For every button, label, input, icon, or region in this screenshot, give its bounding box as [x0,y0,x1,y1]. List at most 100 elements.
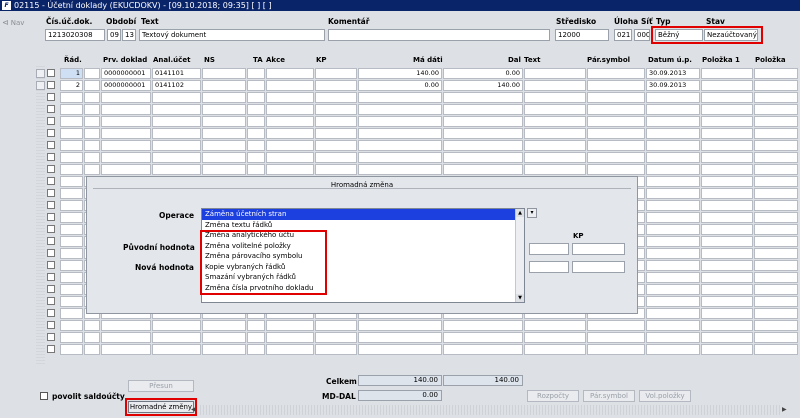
grid-cell[interactable] [646,248,700,259]
grid-cell[interactable] [60,164,83,175]
grid-cell[interactable] [315,164,357,175]
grid-cell[interactable] [646,320,700,331]
scroll-right-icon[interactable]: ▶ [782,405,790,415]
grid-cell[interactable] [84,152,100,163]
grid-cell[interactable] [443,128,523,139]
grid-cell[interactable] [60,260,83,271]
center-field[interactable]: 12000 [555,29,609,41]
task-field[interactable]: 021 [614,29,632,41]
list-item[interactable]: Kopie vybraných řádků [202,262,524,273]
grid-cell[interactable] [587,140,645,151]
row-checkbox[interactable] [47,69,55,77]
grid-cell[interactable] [202,128,246,139]
grid-cell[interactable] [266,164,314,175]
original-kp-field[interactable] [572,243,625,255]
grid-cell[interactable] [84,332,100,343]
grid-cell[interactable] [60,116,83,127]
row-checkbox[interactable] [47,153,55,161]
grid-cell[interactable] [701,212,753,223]
grid-cell[interactable] [315,332,357,343]
grid-cell[interactable] [754,236,798,247]
grid-cell[interactable] [84,104,100,115]
row-checkbox[interactable] [47,177,55,185]
grid-cell[interactable] [754,188,798,199]
horizontal-scrollbar[interactable] [200,405,780,415]
grid-cell[interactable] [587,332,645,343]
grid-cell[interactable] [754,164,798,175]
grid-cell[interactable] [443,116,523,127]
grid-cell[interactable] [358,140,442,151]
grid-cell[interactable] [646,176,700,187]
type-field[interactable]: Běžný [655,29,703,41]
grid-cell[interactable] [60,308,83,319]
cell-ta[interactable] [247,80,265,91]
list-item[interactable]: Změna analytického účtu [202,230,524,241]
grid-cell[interactable] [315,128,357,139]
cell-ns[interactable] [202,80,246,91]
grid-cell[interactable] [266,128,314,139]
grid-cell[interactable] [701,236,753,247]
row-checkbox[interactable] [47,309,55,317]
grid-cell[interactable] [315,344,357,355]
grid-cell[interactable] [84,344,100,355]
row-checkbox[interactable] [47,249,55,257]
list-item[interactable]: Záměna účetních stran [202,209,524,220]
row-checkbox[interactable] [47,93,55,101]
grid-cell[interactable] [247,164,265,175]
grid-cell[interactable] [152,140,201,151]
grid-cell[interactable] [358,344,442,355]
grid-cell[interactable] [60,224,83,235]
bulk-change-button[interactable]: Hromadné změny [128,401,194,413]
cell-text[interactable] [524,80,586,91]
table-row[interactable] [0,104,800,116]
table-row[interactable] [0,344,800,356]
row-checkbox[interactable] [47,273,55,281]
grid-cell[interactable] [524,332,586,343]
grid-cell[interactable] [60,176,83,187]
table-row[interactable] [0,92,800,104]
cell-action[interactable] [266,68,314,79]
grid-cell[interactable] [524,152,586,163]
cell-item[interactable] [754,80,798,91]
grid-cell[interactable] [701,224,753,235]
period-month-field[interactable]: 09 [107,29,121,41]
text-field[interactable]: Textový dokument [139,29,325,41]
row-checkbox[interactable] [47,321,55,329]
grid-cell[interactable] [358,116,442,127]
grid-cell[interactable] [701,296,753,307]
grid-cell[interactable] [701,284,753,295]
grid-cell[interactable] [84,164,100,175]
cell-account[interactable]: 0141102 [152,80,201,91]
grid-cell[interactable] [701,176,753,187]
table-row[interactable]: 2 0000000001 0141102 0.00 140.00 30.09.2… [0,80,800,92]
row-checkbox[interactable] [47,237,55,245]
grid-cell[interactable] [202,116,246,127]
grid-cell[interactable] [60,152,83,163]
cell-kp[interactable] [315,68,357,79]
table-row[interactable] [0,152,800,164]
row-checkbox[interactable] [47,117,55,125]
grid-cell[interactable] [754,272,798,283]
budgets-button[interactable]: Rozpočty [527,390,579,402]
table-row[interactable] [0,332,800,344]
grid-cell[interactable] [152,128,201,139]
list-item[interactable]: Změna textu řádků [202,220,524,231]
grid-cell[interactable] [754,128,798,139]
cell-credit[interactable]: 140.00 [443,80,523,91]
grid-cell[interactable] [202,152,246,163]
grid-cell[interactable] [701,164,753,175]
row-marker[interactable] [36,69,45,78]
grid-cell[interactable] [202,92,246,103]
grid-cell[interactable] [60,200,83,211]
grid-cell[interactable] [101,116,151,127]
grid-cell[interactable] [701,92,753,103]
grid-cell[interactable] [266,332,314,343]
grid-cell[interactable] [152,164,201,175]
grid-cell[interactable] [101,128,151,139]
grid-cell[interactable] [443,344,523,355]
grid-cell[interactable] [202,320,246,331]
operation-list[interactable]: Záměna účetních stran Změna textu řádků … [201,208,525,303]
row-checkbox[interactable] [47,285,55,293]
grid-cell[interactable] [202,140,246,151]
grid-cell[interactable] [701,152,753,163]
